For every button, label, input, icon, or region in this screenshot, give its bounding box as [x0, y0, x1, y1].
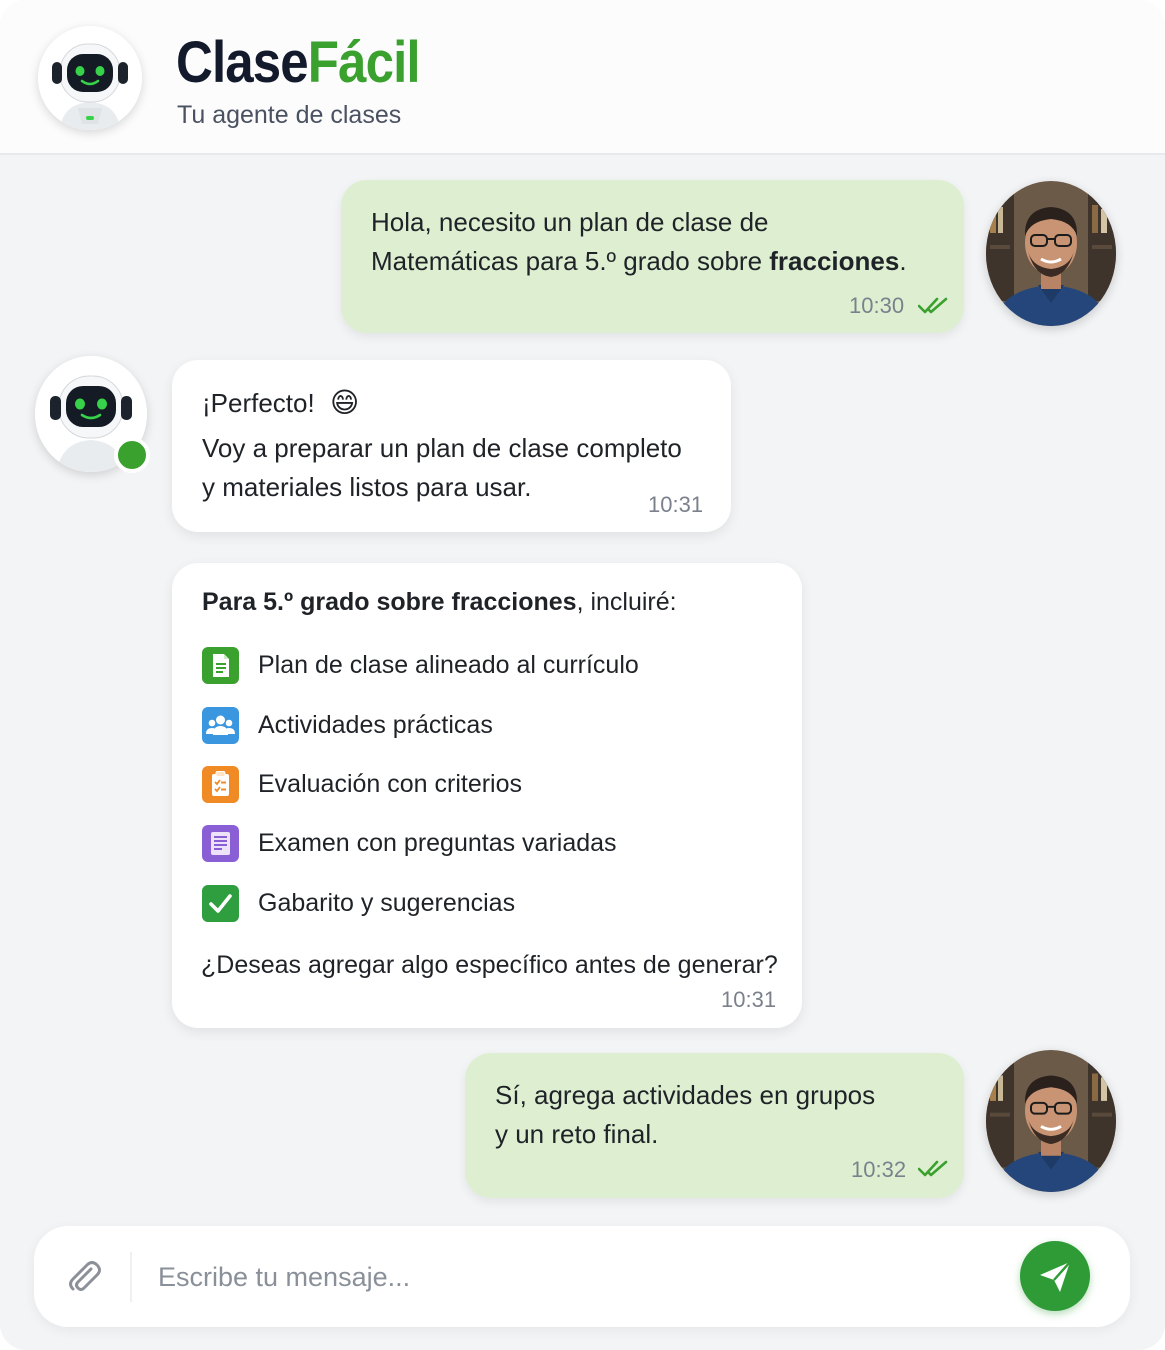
grinning-emoji-icon: 😄 [329, 387, 360, 418]
message-text: , incluiré: [576, 588, 677, 616]
online-status-indicator [114, 437, 150, 473]
message-input[interactable] [158, 1248, 1008, 1306]
paperclip-icon[interactable] [64, 1257, 104, 1297]
robot-logo-icon [38, 26, 142, 130]
message-time: 10:32 [851, 1157, 907, 1182]
app-title-part1: Clase [176, 30, 309, 95]
list-item-label: Actividades prácticas [258, 711, 493, 739]
message-text-line: Hola, necesito un plan de clase de [371, 207, 769, 237]
double-check-icon [918, 297, 948, 314]
document-icon [202, 647, 239, 684]
chat-header: ClaseFácil Tu agente de clases [0, 0, 1165, 155]
app-title: ClaseFácil [176, 30, 421, 96]
message-text-line: ¡Perfecto! 😄 [202, 383, 682, 423]
message-bubble-incoming: Para 5.º grado sobre fracciones, incluir… [172, 563, 802, 1028]
app-title-part2: Fácil [307, 30, 421, 95]
checkmark-icon [202, 885, 239, 922]
message-text-line: Voy a preparar un plan de clase completo [202, 433, 682, 463]
message-text-line: Matemáticas para 5.º grado sobre fraccio… [371, 242, 907, 281]
message-question: ¿Deseas agregar algo específico antes de… [201, 951, 778, 979]
message-bold-text: fracciones [769, 246, 900, 276]
user-avatar[interactable] [986, 1050, 1116, 1192]
group-icon [202, 707, 239, 744]
clipboard-icon [202, 766, 239, 803]
list-item-label: Examen con preguntas variadas [258, 829, 617, 857]
exam-icon [202, 825, 239, 862]
message-bubble-incoming: ¡Perfecto! 😄 Voy a preparar un plan de c… [172, 360, 731, 532]
message-bold-text: Para 5.º grado sobre fracciones [202, 588, 577, 616]
message-text: . [899, 246, 907, 276]
list-item-label: Evaluación con criterios [258, 770, 523, 798]
message-text-line: y un reto final. [495, 1119, 659, 1149]
composer-divider [130, 1252, 132, 1302]
message-text-line: Para 5.º grado sobre fracciones, incluir… [202, 583, 677, 622]
message-composer [34, 1226, 1130, 1327]
message-text: Matemáticas para 5.º grado sobre [371, 246, 770, 276]
message-bubble-outgoing: Sí, agrega actividades en grupos y un re… [465, 1053, 964, 1198]
message-time: 10:31 [648, 492, 704, 517]
message-text-line: y materiales listos para usar. [202, 472, 532, 502]
message-bubble-outgoing: Hola, necesito un plan de clase de Matem… [341, 180, 964, 333]
list-item-label: Gabarito y sugerencias [258, 889, 516, 917]
list-item-label: Plan de clase alineado al currículo [258, 651, 639, 679]
message-time: 10:30 [849, 293, 905, 318]
app-tagline: Tu agente de clases [177, 101, 402, 129]
chat-app: ClaseFácil Tu agente de clases Hola, nec… [0, 0, 1165, 1350]
send-button[interactable] [1020, 1241, 1090, 1311]
message-text-line: Sí, agrega actividades en grupos [495, 1080, 876, 1110]
paper-plane-icon [1040, 1261, 1071, 1292]
message-text: ¡Perfecto! [202, 388, 315, 418]
double-check-icon [918, 1160, 948, 1177]
user-avatar[interactable] [986, 181, 1116, 326]
message-time: 10:31 [721, 987, 777, 1012]
